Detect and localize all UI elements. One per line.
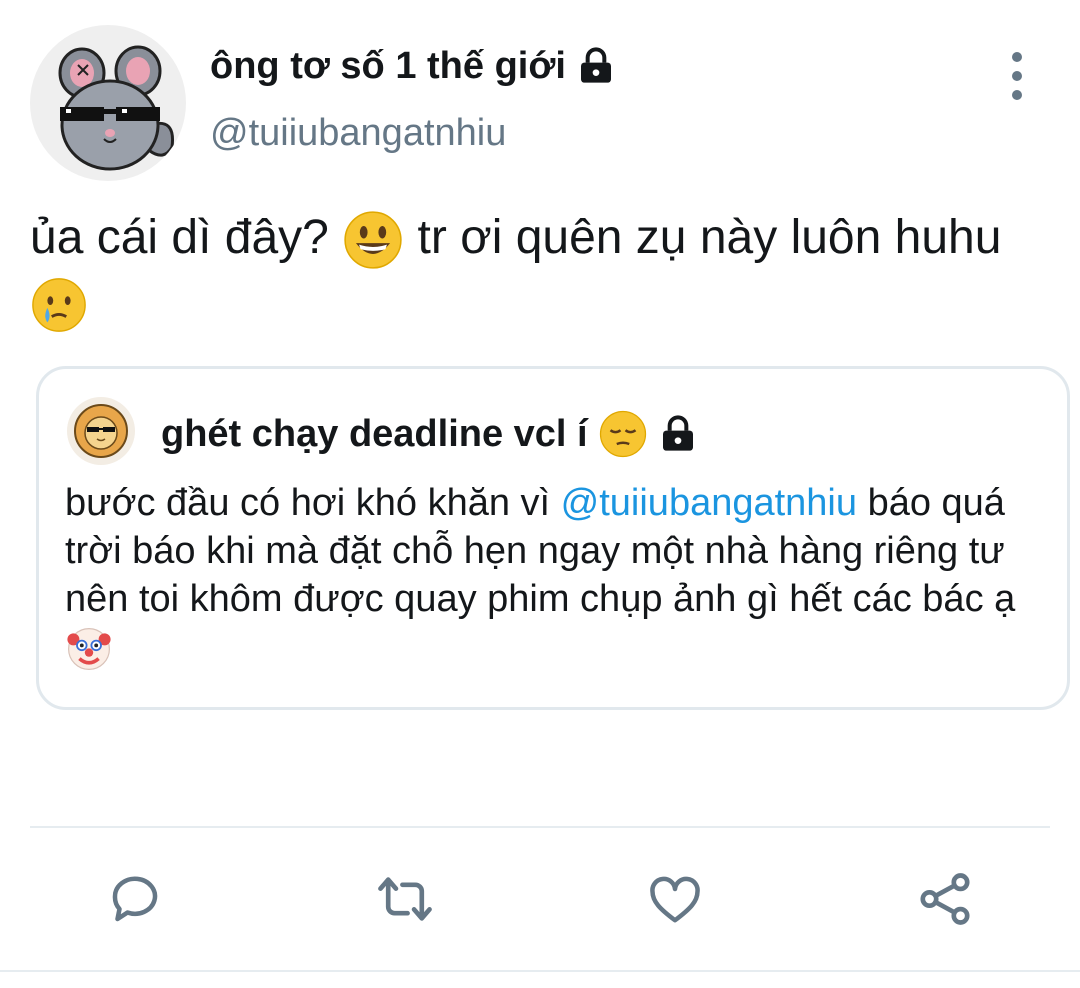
lock-icon: [580, 47, 611, 83]
tweet-text-part2: tr ơi quên zụ này luôn huhu: [404, 211, 1002, 264]
mention-link[interactable]: @tuiiubangatnhiu: [561, 482, 857, 524]
handle[interactable]: @tuiiubangatnhiu: [210, 108, 506, 158]
tweet-text-part1: ủa cái dì đây?: [30, 211, 343, 264]
quoted-text-before: bước đầu có hơi khó khăn vì: [65, 482, 561, 524]
lock-icon: [662, 415, 693, 451]
quoted-display-name: ghét chạy deadline vcl í: [161, 409, 698, 459]
quoted-tweet-card[interactable]: ghét chạy deadline vcl í bước đầu có hơi…: [36, 366, 1070, 710]
quoted-display-name-text: ghét chạy deadline vcl í: [161, 413, 588, 455]
quoted-avatar[interactable]: [67, 397, 135, 465]
reply-button[interactable]: [100, 864, 170, 934]
retweet-icon: [378, 877, 432, 921]
like-button[interactable]: [640, 864, 710, 934]
retweet-button[interactable]: [370, 864, 440, 934]
share-button[interactable]: [910, 864, 980, 934]
avatar[interactable]: [30, 25, 186, 181]
bottom-divider: [0, 970, 1080, 972]
share-icon: [920, 873, 970, 925]
tweet-text: ủa cái dì đây? tr ơi quên zụ này luôn hu…: [30, 207, 1050, 334]
grinning-face-icon: [344, 211, 402, 269]
divider: [30, 826, 1050, 828]
lion-avatar-icon: [74, 404, 128, 458]
reply-icon: [112, 876, 158, 922]
heart-icon: [650, 876, 700, 923]
display-name-text: ông tơ số 1 thế giới: [210, 45, 566, 87]
more-options-icon[interactable]: [1000, 52, 1034, 100]
crying-face-icon: [32, 277, 86, 332]
quoted-tweet-text: bước đầu có hơi khó khăn vì @tuiiubangat…: [65, 479, 1055, 673]
chinchilla-avatar-icon: [58, 45, 175, 171]
pensive-face-icon: [599, 410, 646, 458]
display-name[interactable]: ông tơ số 1 thế giới: [210, 40, 616, 92]
clown-face-icon: [67, 627, 111, 670]
